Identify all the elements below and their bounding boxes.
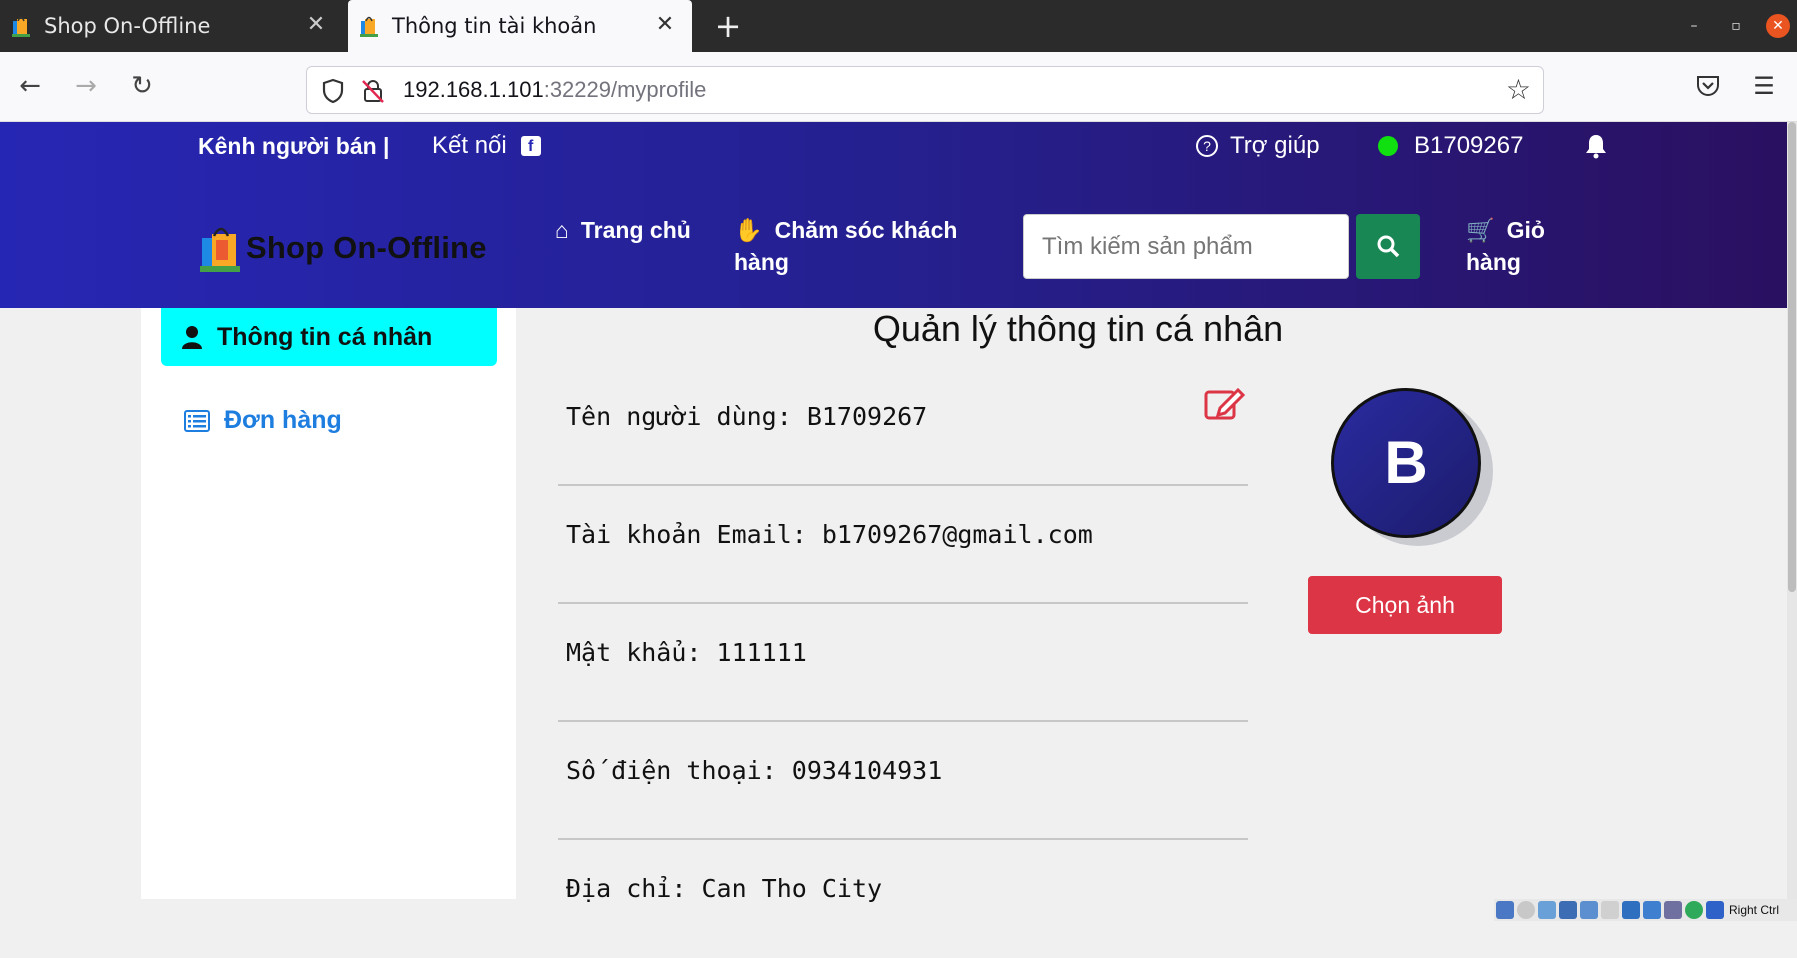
shop-bag-icon <box>200 227 240 272</box>
field-username: Tên người dùng: B1709267 <box>558 368 1248 486</box>
bell-icon[interactable] <box>1584 130 1608 162</box>
host-key-label: Right Ctrl <box>1729 903 1780 917</box>
url-bar[interactable]: 192.168.1.101:32229/myprofile ☆ <box>306 66 1544 114</box>
facebook-icon[interactable]: f <box>520 136 541 156</box>
url-text: 192.168.1.101:32229/myprofile <box>403 77 707 102</box>
search-icon <box>1377 235 1400 258</box>
search-button[interactable] <box>1356 214 1420 279</box>
browser-tab-shop[interactable]: Shop On-Offline ✕ <box>0 0 343 52</box>
pocket-icon[interactable] <box>1688 66 1728 106</box>
home-icon: ⌂ <box>555 217 569 243</box>
back-icon[interactable]: ← <box>10 66 50 106</box>
window-close-icon[interactable]: ✕ <box>1766 14 1790 38</box>
user-icon <box>182 326 202 349</box>
profile-main: Quản lý thông tin cá nhân Tên người dùng… <box>516 308 1787 903</box>
shared-folder-icon[interactable] <box>1601 901 1619 919</box>
optical-drive-icon[interactable] <box>1517 901 1535 919</box>
online-status-dot <box>1378 136 1398 156</box>
sidebar-item-personal-info[interactable]: Thông tin cá nhân <box>161 308 497 366</box>
field-password: Mật khẩu: 111111 <box>558 604 1248 722</box>
sidebar-item-label: Thông tin cá nhân <box>217 322 433 351</box>
brand-name: Shop On-Offline <box>246 230 487 265</box>
field-email: Tài khoản Email: b1709267@gmail.com <box>558 486 1248 604</box>
seller-channel-link[interactable]: Kênh người bán | <box>198 130 390 162</box>
site-logo[interactable]: Shop On-Offline <box>198 222 487 274</box>
forward-icon[interactable]: → <box>66 66 106 106</box>
nav-customer-care[interactable]: ✋ Chăm sóc khách hàng <box>734 214 964 278</box>
display-icon[interactable] <box>1622 901 1640 919</box>
field-username-text: Tên người dùng: B1709267 <box>566 402 928 431</box>
field-email-text: Tài khoản Email: b1709267@gmail.com <box>566 520 1093 549</box>
nav-care-label: Chăm sóc khách hàng <box>734 217 958 275</box>
browser-tab-bar: Shop On-Offline ✕ Thông tin tài khoản ✕ … <box>0 0 1797 52</box>
edit-icon[interactable] <box>1204 386 1246 422</box>
search-input[interactable] <box>1023 214 1349 279</box>
user-menu[interactable]: B1709267 <box>1378 130 1523 162</box>
site-header: Kênh người bán | Kết nối f ? Trợ giúp B1… <box>0 122 1787 308</box>
profile-sidebar: Thông tin cá nhân Đơn hàng <box>141 308 516 899</box>
browser-tab-account[interactable]: Thông tin tài khoản ✕ <box>348 0 692 52</box>
help-link[interactable]: ? Trợ giúp <box>1196 130 1320 162</box>
guest-additions-icon[interactable] <box>1685 901 1703 919</box>
close-tab-icon[interactable]: ✕ <box>652 12 678 38</box>
menu-hamburger-icon[interactable]: ☰ <box>1744 66 1784 106</box>
choose-image-button[interactable]: Chọn ảnh <box>1308 576 1502 634</box>
scrollbar-thumb[interactable] <box>1788 122 1796 592</box>
question-circle-icon: ? <box>1196 135 1218 157</box>
field-address: Địa chỉ: Can Tho City <box>558 840 1248 958</box>
new-tab-icon[interactable]: + <box>708 6 748 46</box>
avatar: B <box>1331 388 1481 538</box>
audio-icon[interactable] <box>1538 901 1556 919</box>
sidebar-item-label: Đơn hàng <box>224 406 342 434</box>
network-icon[interactable] <box>1559 901 1577 919</box>
field-phone-text: Số điện thoại: 0934104931 <box>566 756 943 785</box>
reload-icon[interactable]: ↻ <box>122 66 162 106</box>
connect-label: Kết nối <box>432 132 507 159</box>
hand-icon: ✋ <box>734 217 763 243</box>
help-label: Trợ giúp <box>1230 132 1320 159</box>
maximize-icon[interactable]: ▫ <box>1724 14 1748 38</box>
list-alt-icon <box>184 409 210 432</box>
shop-bag-icon <box>360 16 378 37</box>
field-password-text: Mật khẩu: 111111 <box>566 638 807 667</box>
page-title: Quản lý thông tin cá nhân <box>872 308 1284 349</box>
field-phone: Số điện thoại: 0934104931 <box>558 722 1248 840</box>
username-label: B1709267 <box>1414 132 1524 159</box>
cart-icon: 🛒 <box>1466 217 1495 243</box>
mouse-integration-icon[interactable] <box>1706 901 1724 919</box>
shield-icon[interactable] <box>319 77 347 105</box>
browser-nav-bar: ← → ↻ 192.168.1.101:32229/myprofile ☆ ☰ <box>0 52 1797 122</box>
connect-link[interactable]: Kết nối f <box>432 130 541 162</box>
cpu-icon[interactable] <box>1664 901 1682 919</box>
field-address-text: Địa chỉ: Can Tho City <box>566 874 883 903</box>
usb-icon[interactable] <box>1580 901 1598 919</box>
close-tab-icon[interactable]: ✕ <box>303 12 329 38</box>
nav-home-label: Trang chủ <box>580 217 691 243</box>
video-capture-icon[interactable] <box>1643 901 1661 919</box>
nav-home[interactable]: ⌂ Trang chủ <box>555 214 695 246</box>
vm-status-bar: Right Ctrl <box>1494 899 1797 921</box>
shop-bag-icon <box>12 16 30 37</box>
insecure-lock-icon[interactable] <box>359 77 387 105</box>
tab-title: Shop On-Offline <box>44 14 211 38</box>
minimize-icon[interactable]: – <box>1682 14 1706 38</box>
bookmark-star-icon[interactable]: ☆ <box>1506 73 1531 106</box>
sidebar-item-orders[interactable]: Đơn hàng <box>184 406 342 435</box>
nav-cart[interactable]: 🛒 Giỏ hàng <box>1466 214 1566 278</box>
hard-disk-icon[interactable] <box>1496 901 1514 919</box>
tab-title: Thông tin tài khoản <box>392 14 597 38</box>
